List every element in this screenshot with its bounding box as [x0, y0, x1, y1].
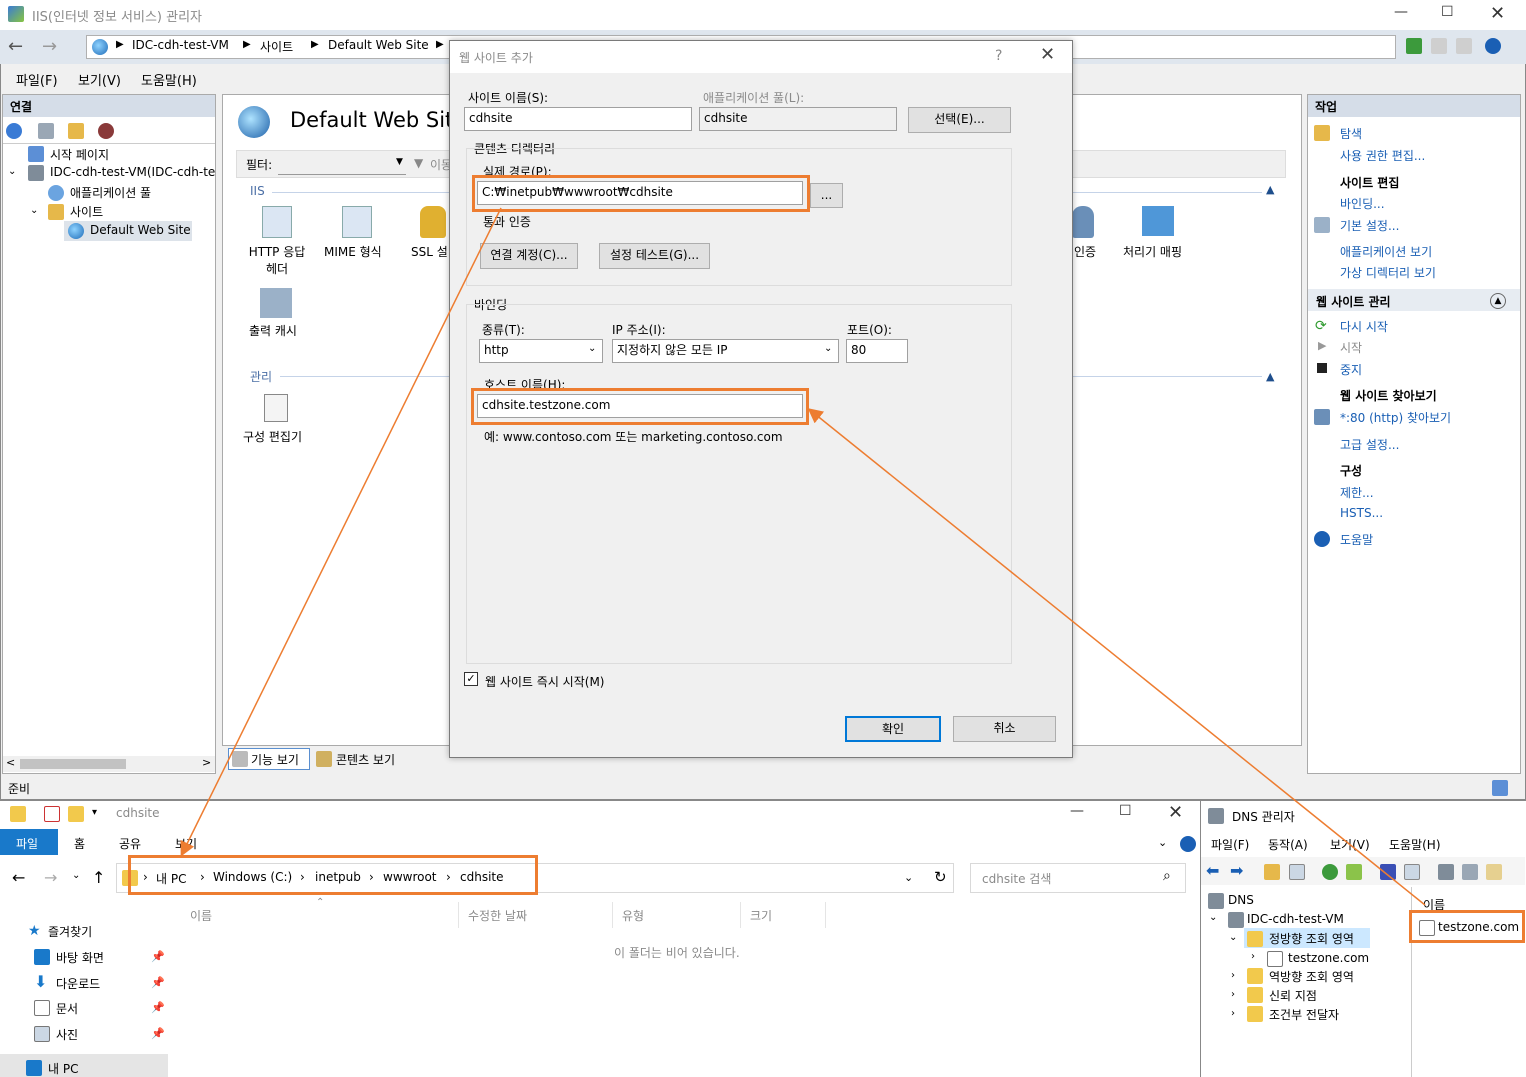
- arrow-path-to-explorer: [180, 207, 502, 857]
- annotation-arrows: [180, 207, 1426, 906]
- arrow-dns-to-host: [807, 408, 1426, 906]
